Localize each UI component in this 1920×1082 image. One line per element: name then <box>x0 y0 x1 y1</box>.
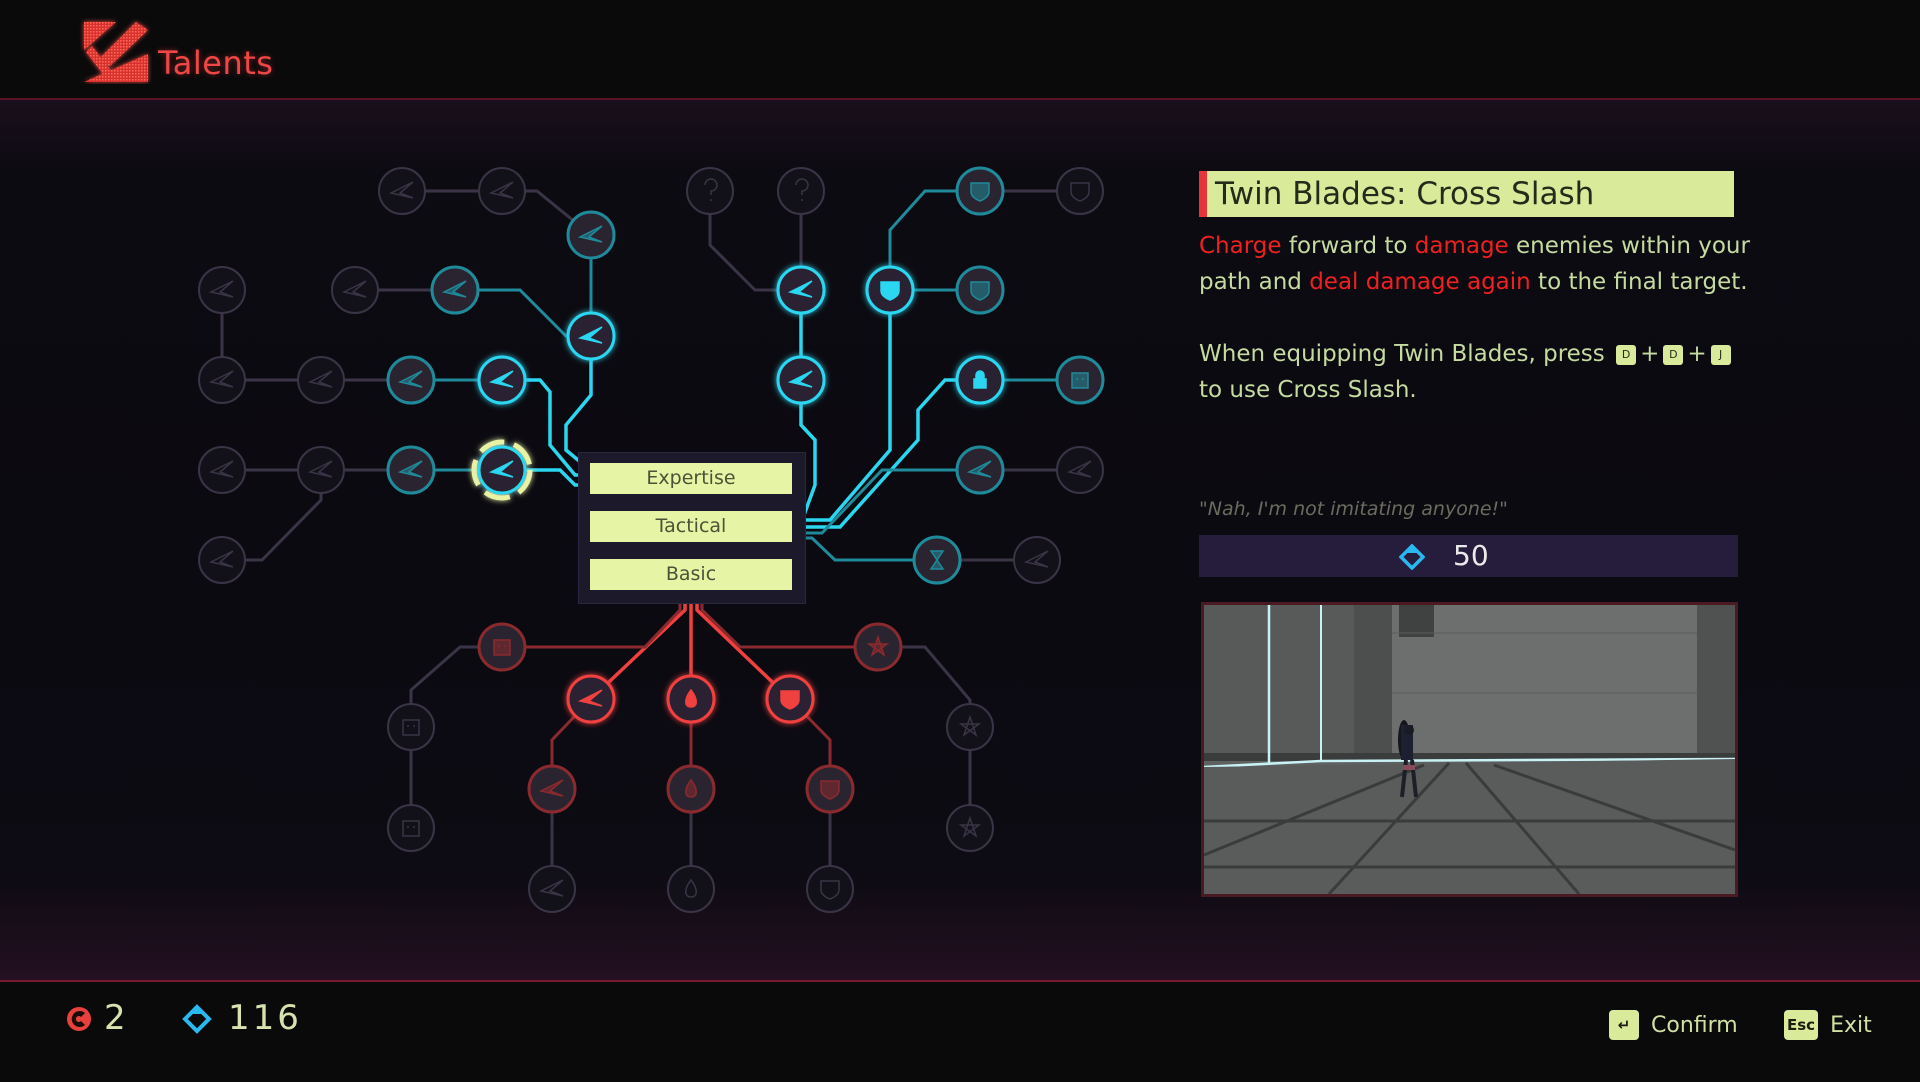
talent-node-r6[interactable] <box>865 265 915 315</box>
skill-cost-value: 50 <box>1453 539 1489 572</box>
talent-node-l15[interactable] <box>471 439 533 501</box>
tree-connector <box>804 378 980 529</box>
talent-node-r3[interactable] <box>955 166 1005 216</box>
talent-node-r1[interactable] <box>686 167 734 215</box>
talent-node-l9[interactable] <box>297 356 345 404</box>
talent-node-l16[interactable] <box>198 536 246 584</box>
talent-node-b3[interactable] <box>566 674 616 724</box>
talent-node-l8[interactable] <box>198 356 246 404</box>
talent-node-l6[interactable] <box>430 265 480 315</box>
talent-token-counter: 2 <box>66 998 146 1040</box>
talent-node-r9[interactable] <box>955 355 1005 405</box>
talent-node-b14[interactable] <box>667 865 715 913</box>
desc-highlight: damage <box>1414 233 1509 259</box>
talent-node-b13[interactable] <box>528 865 576 913</box>
talent-node-l7[interactable] <box>566 311 616 361</box>
usage-prefix: When equipping Twin Blades, press <box>1199 341 1605 367</box>
talent-node-l13[interactable] <box>297 446 345 494</box>
talent-node-b4[interactable] <box>666 674 716 724</box>
talent-node-b7[interactable] <box>946 703 994 751</box>
key-d-icon: D <box>1616 344 1637 365</box>
enter-key-icon: ↵ <box>1609 1010 1639 1040</box>
guard-shield-icon <box>970 281 990 301</box>
talent-node-r14[interactable] <box>1013 536 1061 584</box>
skill-description: Charge forward to damage enemies within … <box>1199 228 1759 408</box>
talent-node-r4[interactable] <box>1056 167 1104 215</box>
category-tactical-button[interactable]: Tactical <box>590 511 792 542</box>
talent-node-b2[interactable] <box>853 622 903 672</box>
cube-icon <box>1071 372 1089 389</box>
skill-cost-bar: 50 <box>1199 535 1738 577</box>
talent-node-r7[interactable] <box>955 265 1005 315</box>
category-basic-button[interactable]: Basic <box>590 559 792 590</box>
talent-token-value: 2 <box>104 998 129 1038</box>
talent-node-r5[interactable] <box>776 265 826 315</box>
talent-node-r13[interactable] <box>912 535 962 585</box>
talent-node-l12[interactable] <box>198 446 246 494</box>
talent-node-l5[interactable] <box>331 266 379 314</box>
confirm-label: Confirm <box>1651 1012 1738 1038</box>
talent-node-b15[interactable] <box>806 865 854 913</box>
talent-node-r12[interactable] <box>1056 446 1104 494</box>
desc-highlight: deal damage again <box>1309 269 1531 295</box>
esc-key-icon: Esc <box>1784 1010 1819 1040</box>
key-j-icon: J <box>1710 344 1731 365</box>
crystal-diamond-icon <box>182 1004 212 1034</box>
arrow-shield-icon <box>880 281 900 301</box>
talent-node-b12[interactable] <box>946 804 994 852</box>
usage-suffix: to use Cross Slash. <box>1199 377 1417 403</box>
talent-node-l10[interactable] <box>386 355 436 405</box>
talent-node-r11[interactable] <box>955 445 1005 495</box>
skill-usage-text: When equipping Twin Blades, press D + D + J … <box>1199 336 1759 408</box>
crystal-counter: 116 <box>182 998 322 1040</box>
talent-node-l1[interactable] <box>378 167 426 215</box>
backpack-icon <box>493 639 511 656</box>
desc-text: to the final target. <box>1530 269 1748 295</box>
talent-node-b1[interactable] <box>477 622 527 672</box>
desc-text: forward to <box>1281 233 1415 259</box>
talent-node-b10[interactable] <box>805 764 855 814</box>
laurel-shield-icon <box>820 780 840 800</box>
tree-connector <box>804 468 980 535</box>
shield-strike-icon <box>970 182 990 202</box>
preview-scene <box>1204 605 1735 894</box>
talent-node-l4[interactable] <box>198 266 246 314</box>
talent-node-r10[interactable] <box>1055 355 1105 405</box>
talent-node-l3[interactable] <box>566 210 616 260</box>
skill-title: Twin Blades: Cross Slash <box>1199 171 1734 217</box>
skill-quote: "Nah, I'm not imitating anyone!" <box>1199 498 1508 520</box>
lock-reload-icon <box>973 370 987 389</box>
key-joiner: + <box>1640 341 1660 367</box>
talent-node-b9[interactable] <box>666 764 716 814</box>
talent-node-b8[interactable] <box>527 764 577 814</box>
talent-node-l2[interactable] <box>478 167 526 215</box>
key-d-icon: D <box>1663 344 1684 365</box>
talent-node-b6[interactable] <box>387 703 435 751</box>
skill-effect-text: Charge forward to damage enemies within … <box>1199 228 1759 300</box>
desc-highlight: Charge <box>1199 233 1282 259</box>
key-joiner: + <box>1687 341 1707 367</box>
exit-button[interactable]: Esc Exit <box>1784 1010 1872 1040</box>
talent-node-r2[interactable] <box>777 167 825 215</box>
exit-label: Exit <box>1830 1012 1872 1038</box>
talent-node-l14[interactable] <box>386 445 436 495</box>
confirm-button[interactable]: ↵ Confirm <box>1609 1010 1738 1040</box>
skill-preview-video <box>1201 602 1738 897</box>
talent-token-icon <box>67 1007 91 1031</box>
power-shield-icon <box>780 690 800 710</box>
talent-node-l11[interactable] <box>477 355 527 405</box>
talent-node-b11[interactable] <box>387 804 435 852</box>
category-expertise-button[interactable]: Expertise <box>590 463 792 494</box>
crystal-diamond-icon <box>1399 544 1425 570</box>
talent-node-b5[interactable] <box>765 674 815 724</box>
talent-node-r8[interactable] <box>776 355 826 405</box>
crystal-value: 116 <box>228 998 302 1038</box>
